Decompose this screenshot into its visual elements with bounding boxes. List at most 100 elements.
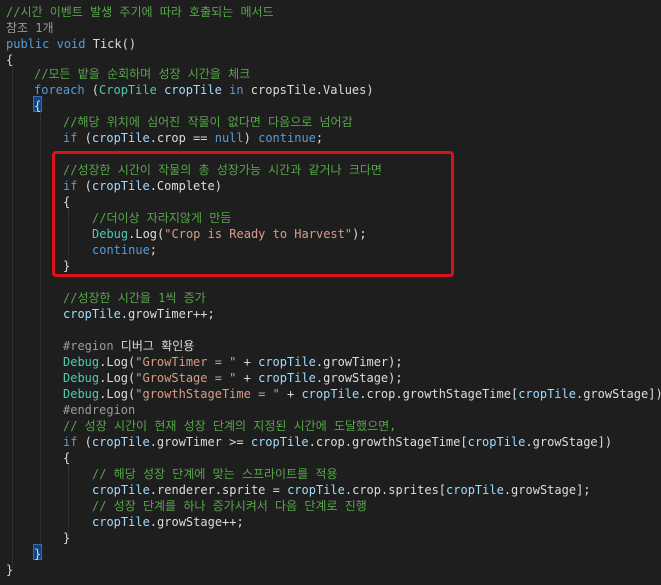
code-line[interactable]: if (cropTile.growTimer >= cropTile.crop.… — [63, 434, 612, 450]
plain-token: Tick() — [85, 37, 137, 51]
identifier-token: cropTile — [258, 371, 316, 385]
plain-token: .growStage]); — [575, 387, 661, 401]
plain-token: .renderer.sprite = — [149, 483, 288, 497]
type-token: Debug — [63, 387, 100, 401]
code-line[interactable]: // 해당 성장 단계에 맞는 스프라이트를 적용 — [92, 466, 337, 482]
identifier-token: cropTile — [446, 483, 504, 497]
code-line[interactable]: cropTile.growTimer++; — [63, 306, 215, 322]
keyword-token: if — [63, 435, 78, 449]
plain-token: .growStage]; — [503, 483, 591, 497]
plain-token: cropsTile.Values) — [243, 83, 374, 97]
plain-token: .growStage]) — [525, 435, 613, 449]
identifier-token: cropTile — [164, 83, 222, 97]
code-line[interactable]: //성장한 시간을 1씩 증가 — [63, 290, 206, 306]
code-line[interactable]: cropTile.growStage++; — [92, 514, 244, 530]
keyword-token: in — [229, 83, 244, 97]
preprocessor-token: #region — [63, 339, 114, 353]
code-line[interactable]: foreach (CropTile cropTile in cropsTile.… — [34, 82, 374, 98]
keyword-token: continue — [258, 131, 316, 145]
plain-token: } — [63, 531, 71, 545]
plain-token: } — [34, 547, 42, 561]
indent-guide — [68, 464, 69, 536]
region-label-token: 디버그 확인용 — [113, 339, 195, 353]
identifier-token: cropTile — [518, 387, 576, 401]
plain-token: .Log( — [99, 387, 136, 401]
plain-token: + — [279, 387, 302, 401]
plain-token: ; — [315, 131, 324, 145]
type-token: Debug — [63, 371, 100, 385]
comment-token: // 성장 단계를 하나 증가시켜서 다음 단계로 진행 — [92, 499, 367, 513]
code-line[interactable]: //모든 밭을 순회하며 성장 시간을 체크 — [34, 66, 250, 82]
code-line[interactable]: #region 디버그 확인용 — [63, 338, 194, 354]
plain-token: .growTimer); — [315, 355, 403, 369]
preprocessor-token: #endregion — [63, 403, 136, 417]
plain-token: { — [34, 99, 42, 113]
keyword-token: if — [63, 131, 78, 145]
plain-token: + — [236, 355, 259, 369]
code-line[interactable]: } — [6, 562, 13, 578]
reference-count-link[interactable]: 참조 1개 — [6, 20, 54, 36]
code-line[interactable]: // 성장 시간이 현재 성장 단계의 지정된 시간에 도달했으면, — [63, 418, 396, 434]
reference-count-token: 참조 1개 — [6, 21, 54, 35]
red-annotation-box — [52, 151, 454, 277]
code-line[interactable]: } — [34, 546, 41, 562]
plain-token: .crop.sprites[ — [344, 483, 447, 497]
code-line[interactable]: //해당 위치에 심어진 작물이 없다면 다음으로 넘어감 — [63, 114, 353, 130]
code-line[interactable]: { — [34, 98, 41, 114]
plain-token: ( — [84, 83, 100, 97]
plain-token: ( — [77, 131, 92, 145]
plain-token: .growStage); — [315, 371, 403, 385]
plain-token: { — [6, 53, 14, 67]
identifier-token: cropTile — [301, 387, 360, 401]
keyword-token: void — [56, 37, 86, 51]
code-editor[interactable]: //시간 이벤트 발생 주기에 따라 호출되는 메서드 참조 1개 public… — [0, 0, 661, 585]
plain-token: .Log( — [99, 355, 136, 369]
comment-token: //시간 이벤트 발생 주기에 따라 호출되는 메서드 — [6, 5, 274, 19]
identifier-token: cropTile — [91, 435, 150, 449]
plain-token: .crop == — [149, 131, 215, 145]
identifier-token: cropTile — [91, 131, 150, 145]
plain-token: .crop.growthStageTime[ — [359, 387, 519, 401]
code-line[interactable]: { — [6, 52, 13, 68]
indent-guide — [12, 64, 13, 570]
code-line[interactable]: cropTile.renderer.sprite = cropTile.crop… — [92, 482, 591, 498]
identifier-token: cropTile — [92, 515, 150, 529]
code-line[interactable]: { — [63, 450, 70, 466]
identifier-token: cropTile — [92, 483, 150, 497]
plain-token: ) — [243, 131, 259, 145]
plain-token: + — [236, 371, 259, 385]
type-token: Debug — [63, 355, 100, 369]
comment-token: //성장한 시간을 1씩 증가 — [63, 291, 206, 305]
plain-token: .growTimer >= — [149, 435, 251, 449]
string-token: "GrowStage = " — [135, 371, 237, 385]
code-line[interactable]: Debug.Log("growthStageTime = " + cropTil… — [63, 386, 661, 402]
comment-token: // 성장 시간이 현재 성장 단계의 지정된 시간에 도달했으면, — [63, 419, 397, 433]
plain-token: { — [63, 451, 71, 465]
plain-token: .growTimer++; — [120, 307, 215, 321]
comment-token: // 해당 성장 단계에 맞는 스프라이트를 적용 — [92, 467, 338, 481]
code-line[interactable]: if (cropTile.crop == null) continue; — [63, 130, 323, 146]
indent-guide — [40, 112, 41, 552]
code-line[interactable]: //시간 이벤트 발생 주기에 따라 호출되는 메서드 — [6, 4, 274, 20]
code-line[interactable]: public void Tick() — [6, 36, 136, 52]
comment-token: //모든 밭을 순회하며 성장 시간을 체크 — [34, 67, 251, 81]
identifier-token: cropTile — [250, 435, 309, 449]
code-line[interactable]: Debug.Log("GrowStage = " + cropTile.grow… — [63, 370, 403, 386]
identifier-token: cropTile — [63, 307, 121, 321]
code-line[interactable]: #endregion — [63, 402, 135, 418]
keyword-token: null — [214, 131, 244, 145]
identifier-token: cropTile — [287, 483, 345, 497]
identifier-token: cropTile — [467, 435, 526, 449]
comment-token: //해당 위치에 심어진 작물이 없다면 다음으로 넘어감 — [63, 115, 353, 129]
identifier-token: cropTile — [258, 355, 316, 369]
keyword-token: public — [6, 37, 50, 51]
code-line[interactable]: Debug.Log("GrowTimer = " + cropTile.grow… — [63, 354, 403, 370]
keyword-token: foreach — [34, 83, 85, 97]
plain-token: .Log( — [99, 371, 136, 385]
plain-token: .growStage++; — [149, 515, 244, 529]
code-line[interactable]: } — [63, 530, 70, 546]
code-line[interactable]: // 성장 단계를 하나 증가시켜서 다음 단계로 진행 — [92, 498, 367, 514]
